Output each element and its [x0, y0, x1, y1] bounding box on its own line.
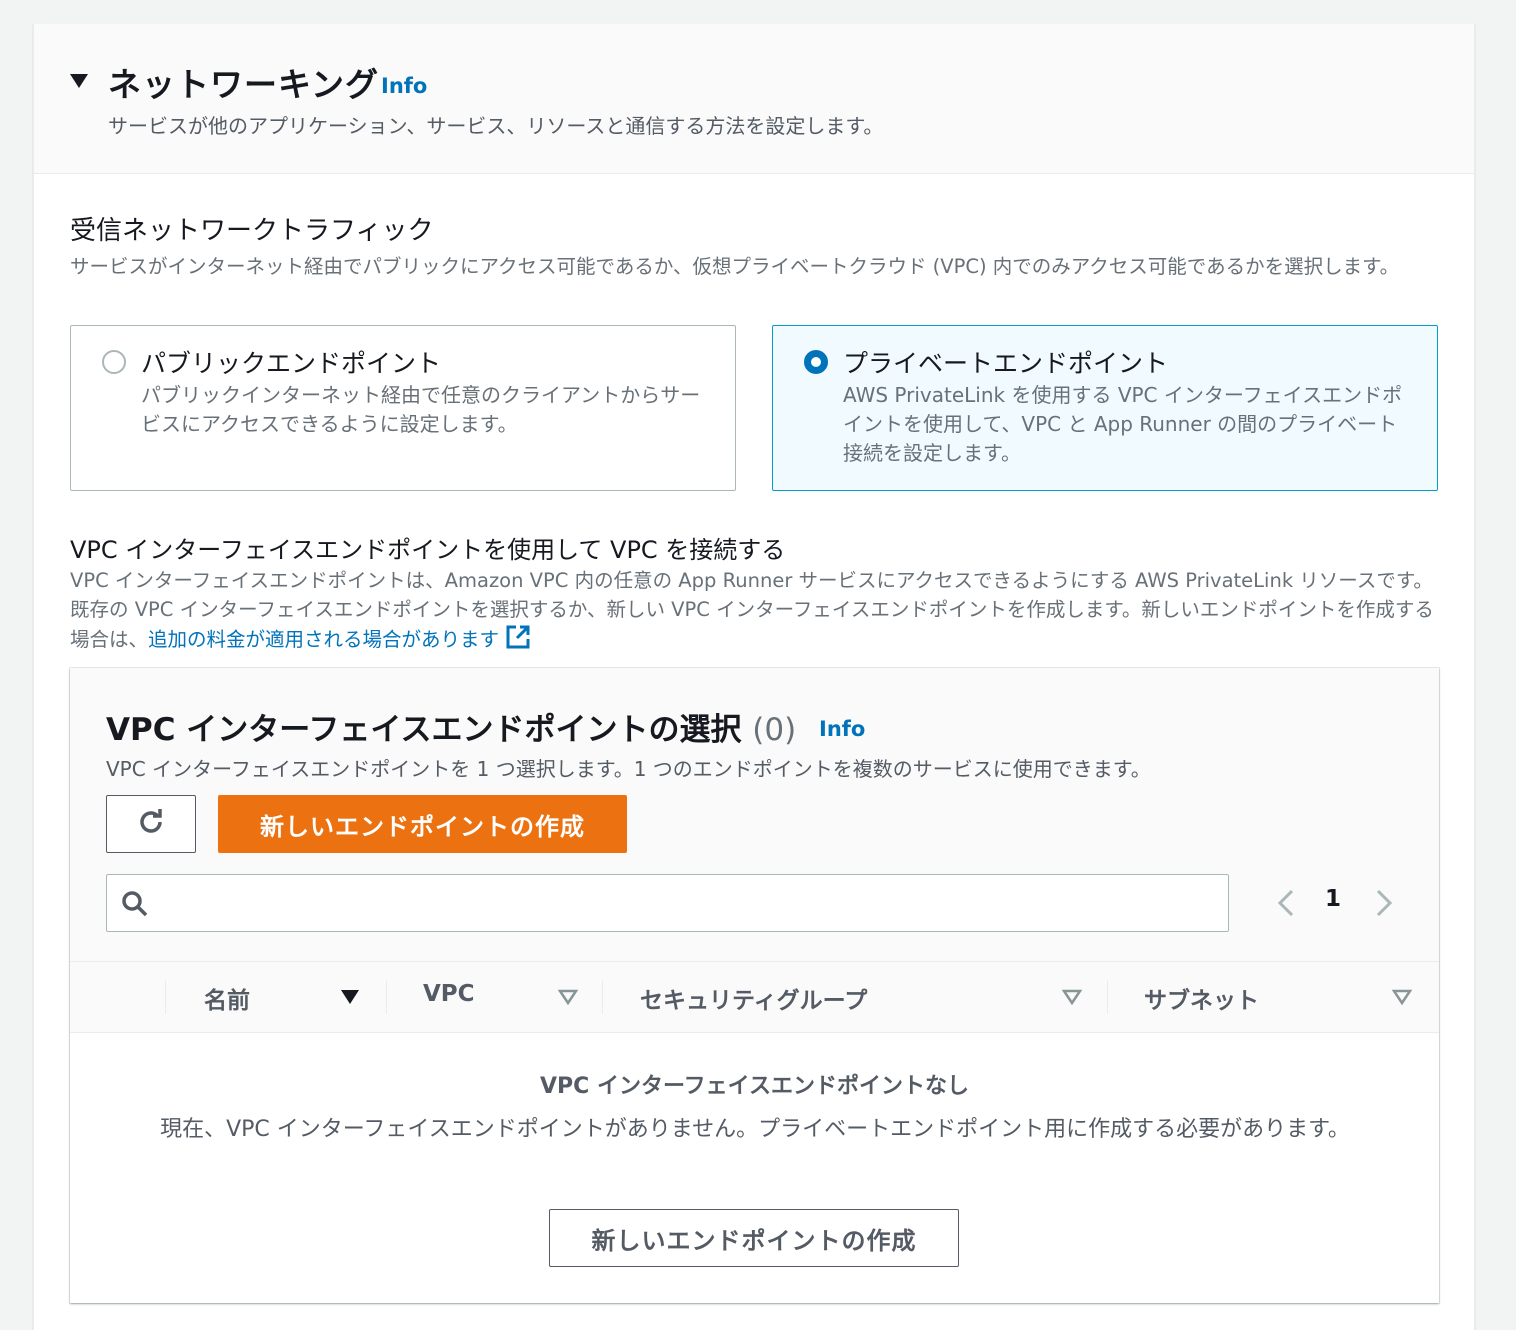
endpoint-table-title: VPC インターフェイスエンドポイントの選択 (0): [106, 704, 796, 749]
refresh-button[interactable]: [106, 795, 196, 853]
incoming-traffic-description: サービスがインターネット経由でパブリックにアクセス可能であるか、仮想プライベート…: [70, 255, 1400, 278]
networking-title: ネットワーキング: [108, 65, 380, 104]
next-page-icon[interactable]: [1373, 888, 1395, 922]
search-field[interactable]: [106, 874, 1229, 932]
column-label-vpc: VPC: [423, 981, 475, 1007]
endpoint-table-header: VPC インターフェイスエンドポイントの選択 (0) Info VPC インター…: [70, 668, 1439, 961]
external-link-icon[interactable]: [505, 624, 531, 658]
networking-description: サービスが他のアプリケーション、サービス、リソースと通信する方法を設定します。: [108, 114, 884, 138]
private-endpoint-description: AWS PrivateLink を使用する VPC インターフェイスエンドポイン…: [843, 383, 1403, 465]
search-input[interactable]: [159, 883, 1209, 923]
sort-icon[interactable]: [1061, 989, 1083, 1009]
additional-charges-link[interactable]: 追加の料金が適用される場合があります: [148, 628, 499, 651]
sort-icon[interactable]: [1391, 989, 1413, 1009]
vpc-connect-title: VPC インターフェイスエンドポイントを使用して VPC を接続する: [70, 536, 786, 564]
refresh-icon: [135, 806, 167, 842]
public-endpoint-radio[interactable]: [102, 350, 126, 374]
networking-info-link[interactable]: Info: [381, 74, 427, 98]
public-endpoint-label: パブリックエンドポイント: [141, 349, 442, 378]
column-header-vpc[interactable]: VPC: [387, 962, 602, 1032]
networking-panel: ネットワーキング Info サービスが他のアプリケーション、サービス、リソースと…: [33, 24, 1475, 1330]
private-endpoint-tile[interactable]: プライベートエンドポイント AWS PrivateLink を使用する VPC …: [772, 325, 1438, 491]
empty-state-title: VPC インターフェイスエンドポイントなし: [540, 1074, 969, 1099]
column-header-subnet[interactable]: サブネット: [1108, 962, 1438, 1032]
empty-state-description: 現在、VPC インターフェイスエンドポイントがありません。プライベートエンドポイ…: [160, 1117, 1350, 1142]
column-label-name: 名前: [204, 988, 250, 1014]
column-label-subnet: サブネット: [1144, 988, 1259, 1014]
search-icon: [121, 890, 149, 922]
public-endpoint-description: パブリックインターネット経由で任意のクライアントからサービスにアクセスできるよう…: [141, 383, 701, 436]
endpoint-table-description: VPC インターフェイスエンドポイントを 1 つ選択します。1 つのエンドポイン…: [106, 757, 1151, 781]
public-endpoint-tile[interactable]: パブリックエンドポイント パブリックインターネット経由で任意のクライアントからサ…: [70, 325, 736, 491]
endpoint-table-info-link[interactable]: Info: [819, 717, 865, 741]
sort-icon[interactable]: [557, 989, 579, 1009]
private-endpoint-radio[interactable]: [804, 350, 828, 374]
previous-page-icon[interactable]: [1275, 888, 1297, 922]
current-page-number[interactable]: 1: [1325, 886, 1341, 912]
incoming-traffic-title: 受信ネットワークトラフィック: [70, 216, 434, 246]
endpoint-table-container: VPC インターフェイスエンドポイントの選択 (0) Info VPC インター…: [70, 668, 1439, 1303]
column-header-security-group[interactable]: セキュリティグループ: [603, 962, 1107, 1032]
endpoint-count: (0): [752, 712, 797, 748]
sort-descending-icon[interactable]: [340, 989, 360, 1009]
endpoint-table-title-text: VPC インターフェイスエンドポイントの選択: [106, 712, 742, 748]
create-endpoint-button[interactable]: 新しいエンドポイントの作成: [218, 795, 627, 853]
table-header-row: 名前 VPC セキュリティグループ サブネット: [70, 961, 1439, 1033]
vpc-connect-description: VPC インターフェイスエンドポイントは、Amazon VPC 内の任意の Ap…: [70, 566, 1440, 658]
private-endpoint-label: プライベートエンドポイント: [843, 349, 1169, 378]
caret-down-icon[interactable]: [70, 74, 88, 88]
column-header-name[interactable]: 名前: [166, 962, 386, 1032]
create-endpoint-secondary-button[interactable]: 新しいエンドポイントの作成: [549, 1209, 959, 1267]
networking-header[interactable]: ネットワーキング Info サービスが他のアプリケーション、サービス、リソースと…: [34, 24, 1474, 174]
column-label-security-group: セキュリティグループ: [640, 988, 868, 1014]
